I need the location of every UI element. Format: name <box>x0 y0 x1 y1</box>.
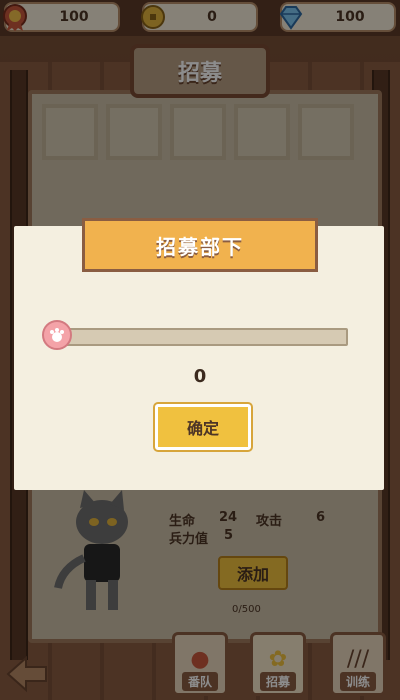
slider-track[interactable] <box>50 328 348 346</box>
slider-handle[interactable] <box>42 320 72 350</box>
dialog-header: 招募部下 <box>82 218 318 272</box>
recruit-count: 0 <box>193 366 207 387</box>
dialog-title: 招募部下 <box>156 234 244 259</box>
paw-icon <box>50 328 64 342</box>
quantity-slider[interactable] <box>42 320 348 350</box>
confirm-button[interactable]: 确定 <box>155 404 251 450</box>
